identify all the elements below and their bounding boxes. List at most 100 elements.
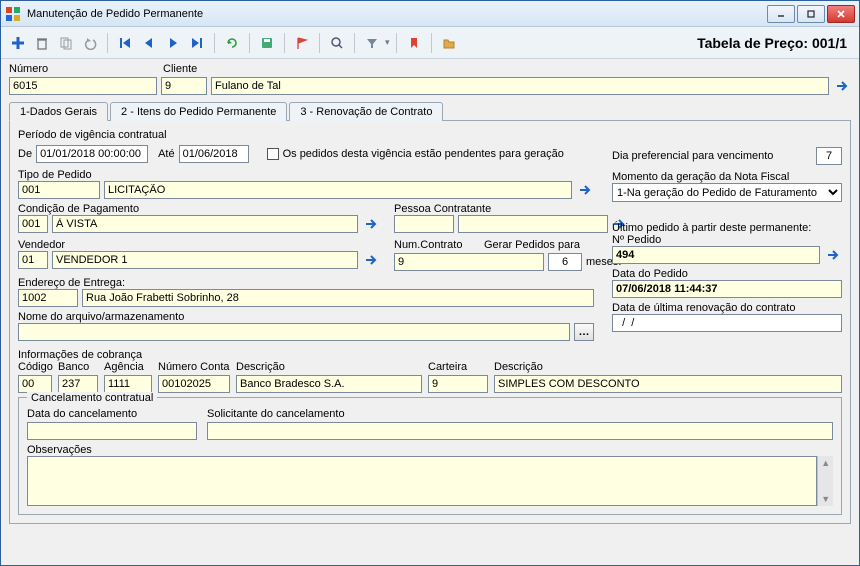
delete-button[interactable] xyxy=(31,32,53,54)
scroll-down-icon[interactable]: ▼ xyxy=(821,494,830,504)
obs-label: Observações xyxy=(27,444,833,456)
minimize-button[interactable] xyxy=(767,5,795,23)
app-icon xyxy=(5,6,21,22)
num-contrato-input[interactable] xyxy=(394,253,544,271)
folder-button[interactable] xyxy=(438,32,460,54)
last-record-button[interactable] xyxy=(186,32,208,54)
filter-button[interactable] xyxy=(361,32,383,54)
cancel-solic-input[interactable] xyxy=(207,422,833,440)
tab-renovacao[interactable]: 3 - Renovação de Contrato xyxy=(289,102,443,121)
cancel-data-input[interactable] xyxy=(27,422,197,440)
descr-input[interactable] xyxy=(236,375,422,393)
numero-input[interactable] xyxy=(9,77,157,95)
npedido-label: Nº Pedido xyxy=(612,234,842,246)
descr-label: Descrição xyxy=(236,361,422,373)
cancel-solic-label: Solicitante do cancelamento xyxy=(207,408,345,420)
toolbar-separator xyxy=(396,33,397,53)
tipo-pedido-code[interactable] xyxy=(18,181,100,199)
dropdown-caret-icon[interactable]: ▾ xyxy=(385,37,390,48)
periodo-title: Período de vigência contratual xyxy=(18,129,594,141)
toolbar-separator xyxy=(249,33,250,53)
ate-input[interactable] xyxy=(179,145,249,163)
numero-label: Número xyxy=(9,63,48,75)
gerar-label: Gerar Pedidos para xyxy=(484,239,580,251)
obs-scrollbar[interactable]: ▲▼ xyxy=(817,456,833,506)
descr2-label: Descrição xyxy=(494,361,842,373)
vendedor-code[interactable] xyxy=(18,251,48,269)
cond-pag-desc[interactable] xyxy=(52,215,358,233)
tab-panel: Período de vigência contratual De Até Os… xyxy=(9,121,851,524)
arquivo-input[interactable] xyxy=(18,323,570,341)
toolbar: ▾ Tabela de Preço: 001/1 xyxy=(1,27,859,59)
prev-record-button[interactable] xyxy=(138,32,160,54)
tipo-pedido-label: Tipo de Pedido xyxy=(18,169,594,181)
carteira-label: Carteira xyxy=(428,361,488,373)
save-button[interactable] xyxy=(256,32,278,54)
next-record-button[interactable] xyxy=(162,32,184,54)
right-column: Dia preferencial para vencimento Momento… xyxy=(612,129,842,343)
toolbar-separator xyxy=(354,33,355,53)
arquivo-browse-button[interactable]: … xyxy=(574,323,594,341)
undo-button[interactable] xyxy=(79,32,101,54)
cancel-data-label: Data do cancelamento xyxy=(27,408,197,420)
obs-textarea[interactable] xyxy=(27,456,817,506)
cond-pag-lookup[interactable] xyxy=(362,215,380,233)
add-button[interactable] xyxy=(7,32,29,54)
tipo-pedido-lookup[interactable] xyxy=(576,181,594,199)
vendedor-desc[interactable] xyxy=(52,251,358,269)
npedido-input[interactable] xyxy=(612,246,820,264)
scroll-up-icon[interactable]: ▲ xyxy=(821,458,830,468)
dia-pref-input[interactable] xyxy=(816,147,842,165)
conta-input[interactable] xyxy=(158,375,230,393)
cancel-fieldset: Cancelamento contratual Data do cancelam… xyxy=(18,397,842,515)
toolbar-separator xyxy=(107,33,108,53)
codigo-input[interactable] xyxy=(18,375,52,393)
carteira-input[interactable] xyxy=(428,375,488,393)
de-input[interactable] xyxy=(36,145,148,163)
cliente-name-input[interactable] xyxy=(211,77,829,95)
de-label: De xyxy=(18,148,32,160)
copy-button[interactable] xyxy=(55,32,77,54)
maximize-button[interactable] xyxy=(797,5,825,23)
search-button[interactable] xyxy=(326,32,348,54)
endereco-code[interactable] xyxy=(18,289,78,307)
agencia-input[interactable] xyxy=(104,375,152,393)
window-title: Manutenção de Pedido Permanente xyxy=(27,8,767,20)
num-contrato-label: Num.Contrato xyxy=(394,239,462,251)
tab-itens[interactable]: 2 - Itens do Pedido Permanente xyxy=(110,102,287,121)
ultimo-pedido-label: Último pedido à partir deste permanente: xyxy=(612,222,842,234)
agencia-label: Agência xyxy=(104,361,152,373)
flag-button[interactable] xyxy=(291,32,313,54)
renov-input[interactable] xyxy=(612,314,842,332)
banco-label: Banco xyxy=(58,361,98,373)
dia-pref-label: Dia preferencial para vencimento xyxy=(612,150,812,162)
npedido-lookup[interactable] xyxy=(824,246,842,264)
tipo-pedido-desc[interactable] xyxy=(104,181,572,199)
pendentes-label: Os pedidos desta vigência estão pendente… xyxy=(283,148,564,160)
pessoa-code[interactable] xyxy=(394,215,454,233)
cobranca-title: Informações de cobrança xyxy=(18,349,842,361)
price-table-label: Tabela de Preço: 001/1 xyxy=(697,35,853,51)
gerar-meses-input[interactable] xyxy=(548,253,582,271)
pessoa-desc[interactable] xyxy=(458,215,608,233)
cliente-code-input[interactable] xyxy=(161,77,207,95)
pendentes-checkbox[interactable] xyxy=(267,148,279,160)
data-pedido-input[interactable] xyxy=(612,280,842,298)
codigo-label: Código xyxy=(18,361,52,373)
toolbar-separator xyxy=(431,33,432,53)
banco-input[interactable] xyxy=(58,375,98,393)
first-record-button[interactable] xyxy=(114,32,136,54)
close-button[interactable] xyxy=(827,5,855,23)
tab-dados-gerais[interactable]: 1-Dados Gerais xyxy=(9,102,108,121)
refresh-button[interactable] xyxy=(221,32,243,54)
endereco-desc[interactable] xyxy=(82,289,594,307)
app-window: Manutenção de Pedido Permanente ▾ Ta xyxy=(0,0,860,566)
vendedor-lookup[interactable] xyxy=(362,251,380,269)
content-area: Número Cliente 1-Dados Gerais 2 - Itens … xyxy=(1,59,859,565)
toolbar-separator xyxy=(319,33,320,53)
bookmark-button[interactable] xyxy=(403,32,425,54)
momento-select[interactable]: 1-Na geração do Pedido de Faturamento xyxy=(612,183,842,202)
descr2-input[interactable] xyxy=(494,375,842,393)
cond-pag-code[interactable] xyxy=(18,215,48,233)
cliente-lookup-button[interactable] xyxy=(833,77,851,95)
